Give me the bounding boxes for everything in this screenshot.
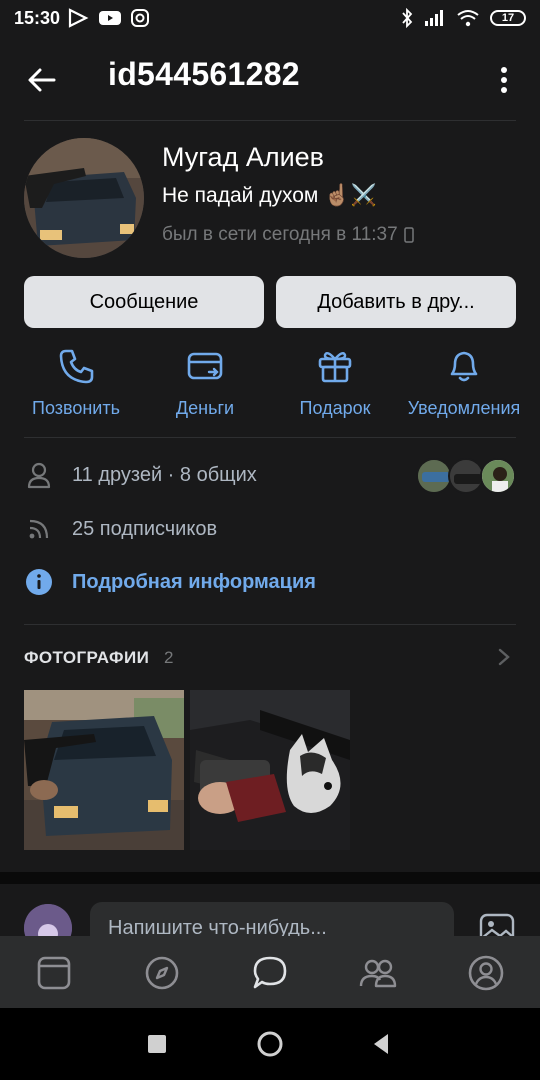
action-label: Деньги [175, 398, 235, 418]
play-store-icon [68, 8, 89, 28]
section-separator [0, 872, 540, 884]
bluetooth-icon [402, 8, 413, 28]
gift-action[interactable]: Подарок [270, 346, 400, 419]
last-seen-text: был в сети сегодня в 11:37 [162, 224, 398, 245]
photos-count: 2 [164, 648, 174, 667]
user-icon [24, 460, 54, 490]
status-bar: 15:30 17 [0, 0, 540, 36]
wifi-icon [457, 10, 479, 27]
back-icon[interactable] [370, 1032, 392, 1056]
system-navigation-bar [0, 1008, 540, 1080]
page-title: id544561282 [108, 56, 300, 92]
friend-avatar [416, 458, 452, 494]
friends-text: 11 друзей · 8 общих [72, 463, 257, 486]
rss-icon [24, 514, 54, 544]
phone-icon [59, 349, 94, 384]
add-friend-button[interactable]: Добавить в дру... [276, 276, 516, 328]
chevron-right-icon[interactable] [494, 646, 514, 668]
photo-thumbnail[interactable] [190, 690, 350, 850]
profile-name: Мугад Алиев [162, 142, 325, 172]
car-photo [24, 690, 184, 850]
money-action[interactable]: Деньги [140, 346, 270, 419]
action-label: Позвонить [32, 398, 120, 418]
divider [24, 437, 516, 438]
message-button[interactable]: Сообщение [24, 276, 264, 328]
recents-icon[interactable] [147, 1034, 167, 1054]
action-label: Уведомления [407, 398, 521, 418]
call-action[interactable]: Позвонить [11, 346, 141, 419]
battery-indicator: 17 [490, 10, 526, 26]
action-label: Подарок [299, 398, 371, 418]
followers-text: 25 подписчиков [72, 517, 218, 540]
signal-icon [425, 10, 443, 26]
profile-status: Не падай духом ☝🏽⚔️ [162, 184, 377, 208]
status-time: 15:30 [14, 8, 61, 28]
more-vertical-icon[interactable] [492, 62, 516, 98]
bottom-tab-bar [0, 936, 540, 1008]
dog-photo [190, 690, 350, 850]
feed-icon[interactable] [35, 954, 73, 992]
last-seen: был в сети сегодня в 11:37 [162, 224, 414, 246]
system-icons: 17 [400, 8, 526, 28]
info-icon [24, 567, 54, 597]
details-link: Подробная информация [72, 570, 316, 593]
photo-thumbnail[interactable] [24, 690, 184, 850]
friends-icon[interactable] [359, 954, 397, 992]
avatar-car-photo [24, 138, 144, 258]
friend-avatar [480, 458, 516, 494]
notifications-action[interactable]: Уведомления [399, 346, 529, 419]
profile-icon[interactable] [467, 954, 505, 992]
mobile-device-icon [403, 227, 414, 243]
instagram-icon [131, 9, 149, 27]
divider [24, 120, 516, 121]
money-icon [187, 352, 223, 380]
profile-avatar[interactable] [24, 138, 144, 258]
youtube-icon [99, 11, 121, 25]
notification-icons [68, 8, 150, 28]
explore-icon[interactable] [143, 954, 181, 992]
divider [24, 624, 516, 625]
followers-row[interactable]: 25 подписчиков [24, 514, 217, 544]
home-icon[interactable] [256, 1030, 284, 1058]
friend-avatar [448, 458, 484, 494]
bell-icon [450, 351, 478, 382]
back-arrow-icon[interactable] [24, 62, 60, 98]
status-text: Не падай духом [162, 184, 319, 207]
top-app-bar: id544561282 [0, 36, 540, 120]
friends-row[interactable]: 11 друзей · 8 общих [24, 460, 257, 490]
gift-icon [318, 352, 352, 383]
status-emoji: ☝🏽⚔️ [324, 184, 377, 207]
mutual-friends-avatars[interactable] [416, 458, 516, 494]
messages-icon[interactable] [251, 954, 289, 992]
photos-section-title[interactable]: ФОТОГРАФИИ [24, 648, 149, 668]
details-row[interactable]: Подробная информация [24, 567, 316, 597]
